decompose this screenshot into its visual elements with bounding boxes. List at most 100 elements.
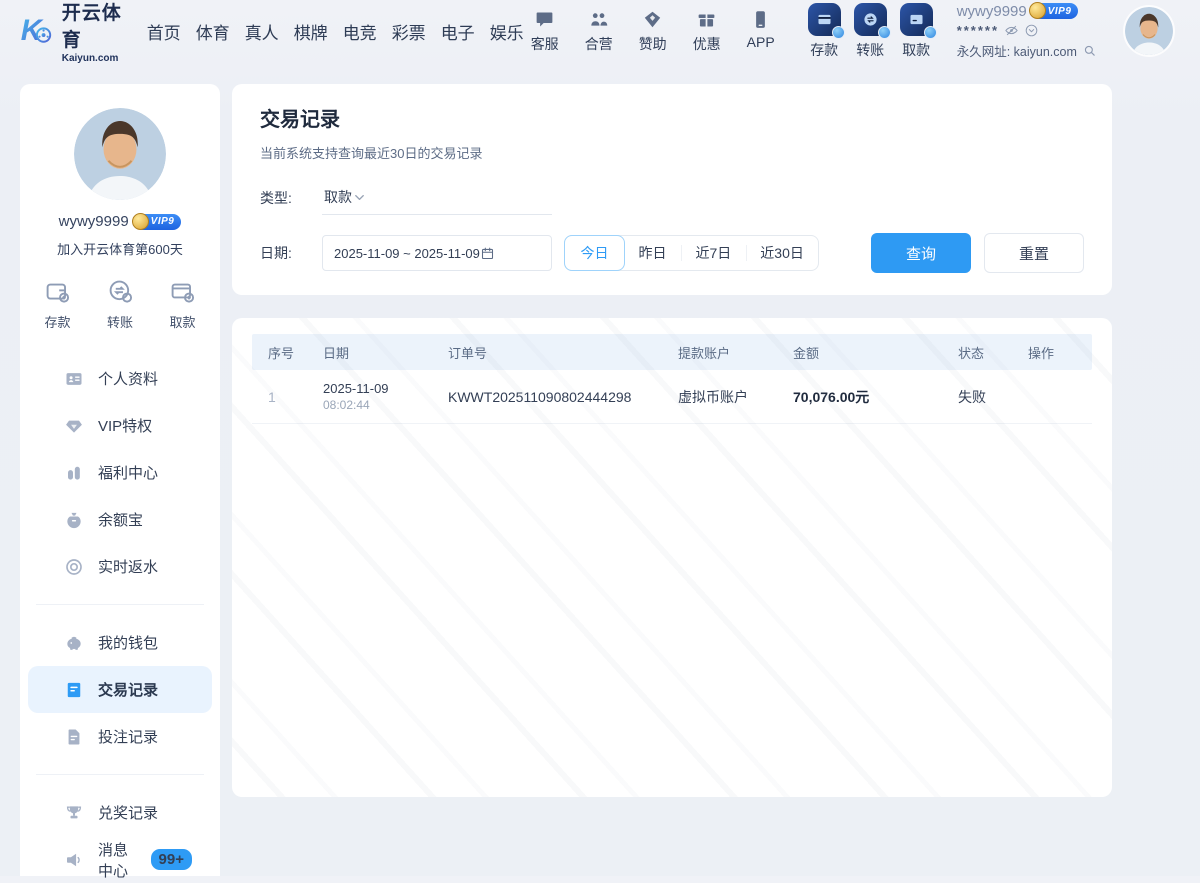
sidebar-item-bet-record[interactable]: 投注记录 xyxy=(28,713,212,760)
rebate-icon xyxy=(64,557,84,577)
column-header: 金额 xyxy=(793,343,958,362)
topnav-item-5[interactable]: 彩票 xyxy=(392,19,426,44)
topnav-item-7[interactable]: 娱乐 xyxy=(490,19,524,44)
sidebar-quick-actions: 存款转账取款 xyxy=(20,278,220,331)
coin-badge-icon xyxy=(832,26,845,39)
username[interactable]: wywy9999 xyxy=(957,3,1027,20)
sidebar-item-prize[interactable]: 兑奖记录 xyxy=(28,789,212,836)
withdraw-icon xyxy=(908,11,925,28)
page-subtitle: 当前系统支持查询最近30日的交易记录 xyxy=(260,143,1084,162)
profile-avatar[interactable] xyxy=(74,108,166,200)
sidebar-action-wallet[interactable]: 存款 xyxy=(44,278,71,331)
date-range-input[interactable]: 2025-11-09 ~ 2025-11-09 xyxy=(322,235,552,271)
date-range-option-0[interactable]: 今日 xyxy=(564,235,625,271)
reset-button[interactable]: 重置 xyxy=(984,233,1084,273)
coin-badge-icon xyxy=(878,26,891,39)
topnav-item-6[interactable]: 电子 xyxy=(441,19,475,44)
topbar-quick-links: 客服合营赞助优惠 APP xyxy=(524,9,782,54)
type-select[interactable]: 取款 xyxy=(322,180,552,215)
topnav-item-2[interactable]: 真人 xyxy=(245,19,279,44)
brand-name-en: Kaiyun.com xyxy=(62,53,127,64)
date-range-option-2[interactable]: 近7日 xyxy=(681,236,746,270)
transfer-icon xyxy=(862,11,879,28)
topbar-link-gift[interactable]: 优惠 xyxy=(686,9,728,54)
type-label: 类型: xyxy=(260,188,306,208)
vip-medal-icon xyxy=(132,213,149,230)
coin-badge-icon xyxy=(924,26,937,39)
records-table-card: 序号日期订单号提款账户金额状态操作 1 2025-11-0908:02:44 K… xyxy=(232,318,1112,797)
topbar-wallet-withdraw[interactable]: 取款 xyxy=(900,3,933,60)
cell-date: 2025-11-0908:02:44 xyxy=(323,380,448,414)
svg-text:K: K xyxy=(21,15,44,47)
card-outline-icon xyxy=(169,278,196,305)
table-body: 1 2025-11-0908:02:44 KWWT202511090802444… xyxy=(252,370,1092,424)
wallet-outline-icon xyxy=(44,278,71,305)
topbar-link-diamond[interactable]: 赞助 xyxy=(632,9,674,54)
chat-icon xyxy=(534,9,555,30)
brand-logo-icon: K xyxy=(20,9,56,53)
menu-divider xyxy=(36,604,204,605)
topbar-link-people[interactable]: 合营 xyxy=(578,9,620,54)
permanent-url-note: 永久网址: kaiyun.com xyxy=(957,41,1077,60)
filter-card: 交易记录 当前系统支持查询最近30日的交易记录 类型: 取款 日期: 2025-… xyxy=(232,84,1112,295)
sidebar-item-ledger[interactable]: 交易记录 xyxy=(28,666,212,713)
sidebar-menu: 个人资料VIP特权福利中心余额宝实时返水我的钱包交易记录投注记录兑奖记录消息中心… xyxy=(20,355,220,883)
column-header: 序号 xyxy=(268,343,323,362)
avatar[interactable] xyxy=(1125,7,1173,55)
welfare-icon xyxy=(64,463,84,483)
join-days-text: 加入开云体育第600天 xyxy=(20,239,220,258)
sidebar-item-money-bag[interactable]: 余额宝 xyxy=(28,496,212,543)
vip-diamond-icon xyxy=(64,416,84,436)
date-quick-ranges: 今日昨日近7日近30日 xyxy=(564,235,819,271)
cell-account: 虚拟币账户 xyxy=(678,387,793,407)
money-bag-icon xyxy=(64,510,84,530)
transfer-outline-icon xyxy=(107,278,134,305)
megaphone-icon xyxy=(64,850,84,870)
brand-logo[interactable]: K 开云体育 Kaiyun.com xyxy=(20,0,127,64)
column-header: 操作 xyxy=(1028,343,1092,362)
topbar-link-phone[interactable]: APP xyxy=(740,9,782,54)
table-row: 1 2025-11-0908:02:44 KWWT202511090802444… xyxy=(252,370,1092,424)
sidebar-item-piggy-bank[interactable]: 我的钱包 xyxy=(28,619,212,666)
topnav-item-0[interactable]: 首页 xyxy=(147,19,181,44)
vip-medal-icon xyxy=(1029,2,1046,19)
sidebar: wywy9999 VIP9 加入开云体育第600天 存款转账取款 个人资料VIP… xyxy=(20,84,220,876)
topnav-item-3[interactable]: 棋牌 xyxy=(294,19,328,44)
date-range-option-3[interactable]: 近30日 xyxy=(746,236,819,270)
sidebar-item-vip-diamond[interactable]: VIP特权 xyxy=(28,402,212,449)
piggy-bank-icon xyxy=(64,633,84,653)
user-block: wywy9999 VIP9 ****** 永久网址: kaiyun.com xyxy=(957,3,1115,60)
topbar-wallet-transfer[interactable]: 转账 xyxy=(854,3,887,60)
eye-off-icon[interactable] xyxy=(1004,23,1019,38)
unread-count-badge: 99+ xyxy=(151,849,192,870)
bet-record-icon xyxy=(64,727,84,747)
topbar-link-chat[interactable]: 客服 xyxy=(524,9,566,54)
column-header: 提款账户 xyxy=(678,343,793,362)
sidebar-action-transfer[interactable]: 转账 xyxy=(107,278,134,331)
diamond-icon xyxy=(642,9,663,30)
cell-amount: 70,076.00元 xyxy=(793,387,958,407)
prize-icon xyxy=(64,803,84,823)
topnav-item-1[interactable]: 体育 xyxy=(196,19,230,44)
calendar-icon xyxy=(480,246,495,261)
topnav-item-4[interactable]: 电竞 xyxy=(343,19,377,44)
menu-divider xyxy=(36,774,204,775)
magnifier-icon[interactable] xyxy=(1082,43,1097,58)
sidebar-action-card[interactable]: 取款 xyxy=(169,278,196,331)
id-card-icon xyxy=(64,369,84,389)
gift-icon xyxy=(696,9,717,30)
sidebar-item-id-card[interactable]: 个人资料 xyxy=(28,355,212,402)
date-range-option-1[interactable]: 昨日 xyxy=(624,236,681,270)
column-header: 状态 xyxy=(958,343,1028,362)
topbar-wallet-card[interactable]: 存款 xyxy=(808,3,841,60)
table-header: 序号日期订单号提款账户金额状态操作 xyxy=(252,334,1092,370)
cell-order-no: KWWT202511090802444298 xyxy=(448,389,678,405)
sidebar-item-welfare[interactable]: 福利中心 xyxy=(28,449,212,496)
chevron-down-icon xyxy=(352,190,367,205)
sidebar-item-rebate[interactable]: 实时返水 xyxy=(28,543,212,590)
chevron-circle-icon[interactable] xyxy=(1024,23,1039,38)
masked-balance: ****** xyxy=(957,23,999,38)
search-button[interactable]: 查询 xyxy=(871,233,971,273)
topbar-wallet-links: 存款 转账 取款 xyxy=(808,3,933,60)
column-header: 订单号 xyxy=(448,343,678,362)
